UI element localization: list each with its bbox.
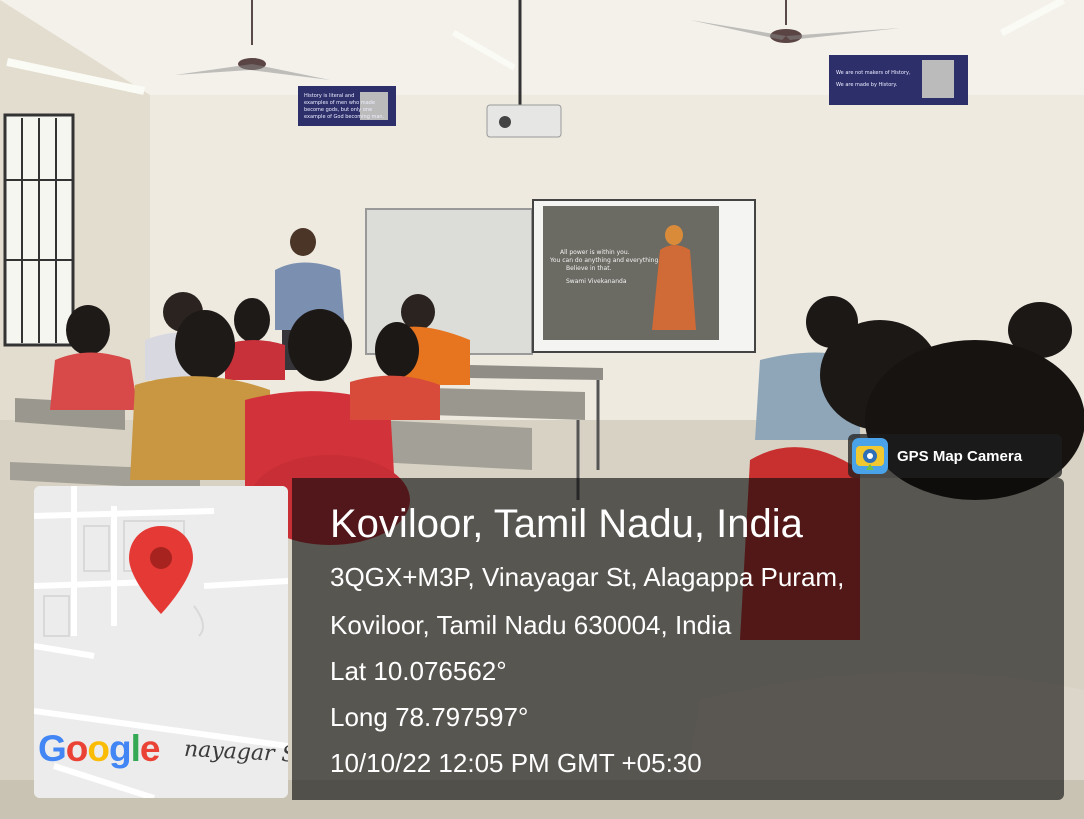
latitude-readout: Lat 10.076562° (330, 656, 507, 686)
svg-text:You can do anything and everyt: You can do anything and everything. (549, 257, 660, 264)
map-pin-icon (129, 526, 193, 614)
svg-text:History is literal and: History is literal and (304, 93, 354, 99)
google-letter-e: e (139, 728, 161, 769)
address-line-2: Koviloor, Tamil Nadu 630004, India (330, 610, 732, 640)
svg-text:Swami Vivekananda: Swami Vivekananda (566, 278, 627, 285)
google-letter-g: G (38, 728, 67, 769)
google-letter-o2: o (87, 728, 110, 769)
svg-text:We are not makers of History,: We are not makers of History, (836, 70, 911, 76)
svg-text:All power is within you.: All power is within you. (560, 249, 630, 256)
gps-map-camera-logo-icon (852, 438, 888, 474)
wall-quote-frame-right: We are not makers of History, We are mad… (829, 55, 968, 105)
map-thumbnail: Google nayagar St (34, 486, 288, 798)
google-letter-g2: g (109, 728, 132, 769)
wall-quote-frame-left: History is literal and examples of men w… (298, 86, 396, 126)
svg-text:become gods, but only one: become gods, but only one (304, 107, 372, 113)
address-line-1: 3QGX+M3P, Vinayagar St, Alagappa Puram, (330, 562, 845, 592)
google-letter-o1: o (65, 728, 89, 769)
longitude-readout: Long 78.797597° (330, 702, 529, 732)
svg-text:Believe in that.: Believe in that. (566, 265, 612, 272)
timestamp-readout: 10/10/22 12:05 PM GMT +05:30 (330, 748, 702, 778)
location-overlay: Google nayagar St Koviloor, Tamil Nadu, … (30, 478, 1064, 800)
window (3, 113, 75, 347)
location-title: Koviloor, Tamil Nadu, India (330, 502, 803, 546)
smart-board: All power is within you. You can do anyt… (532, 199, 756, 353)
google-letter-l: l (130, 728, 141, 769)
google-logo: Google (38, 728, 161, 770)
gps-map-camera-badge: GPS Map Camera (848, 434, 1062, 478)
svg-text:We are made by History.: We are made by History. (836, 82, 898, 88)
svg-text:example of God becoming man.: example of God becoming man. (304, 114, 385, 120)
svg-text:examples of men who made: examples of men who made (304, 100, 375, 106)
gps-map-camera-label: GPS Map Camera (897, 447, 1023, 465)
